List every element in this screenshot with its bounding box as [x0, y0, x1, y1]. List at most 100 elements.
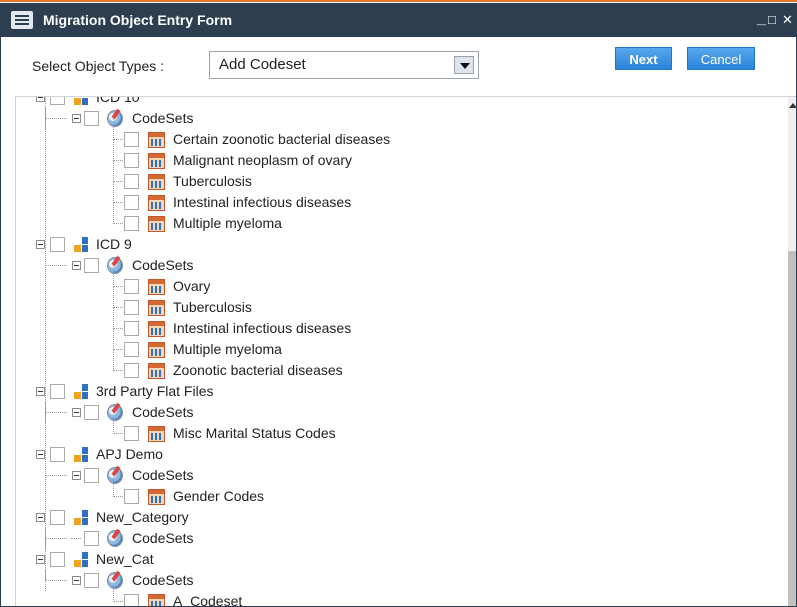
tree-checkbox[interactable]: [50, 237, 65, 252]
collapse-toggle-icon[interactable]: [72, 261, 81, 270]
toolbar: Select Object Types : Add Codeset Next C…: [1, 37, 796, 95]
tree-codeset-row[interactable]: Tuberculosis: [16, 287, 776, 318]
next-button[interactable]: Next: [615, 47, 672, 70]
maximize-button[interactable]: □: [768, 12, 776, 27]
tree-checkbox[interactable]: [84, 531, 99, 546]
tree-checkbox[interactable]: [124, 216, 139, 231]
codeset-table-icon: [148, 489, 165, 505]
tree-codeset-row[interactable]: Misc Marital Status Codes: [16, 413, 776, 444]
cancel-button[interactable]: Cancel: [687, 47, 755, 70]
collapse-toggle-icon[interactable]: [72, 576, 81, 585]
collapse-toggle-icon[interactable]: [72, 471, 81, 480]
scroll-thumb[interactable]: [788, 251, 796, 606]
tree-checkbox[interactable]: [84, 468, 99, 483]
close-button[interactable]: ✕: [782, 12, 793, 28]
collapse-toggle-icon[interactable]: [36, 450, 45, 459]
tree-checkbox[interactable]: [84, 111, 99, 126]
tree-item-label: Certain zoonotic bacterial diseases: [173, 131, 391, 147]
collapse-toggle-icon[interactable]: [36, 97, 45, 102]
vertical-scrollbar[interactable]: [788, 97, 796, 606]
tree-checkbox[interactable]: [50, 447, 65, 462]
tree-checkbox[interactable]: [124, 426, 139, 441]
collapse-toggle-icon[interactable]: [72, 114, 81, 123]
tree-category-row[interactable]: ICD 10: [16, 97, 776, 108]
tree-codesets-row[interactable]: CodeSets: [16, 528, 776, 549]
top-accent-line: [0, 0, 797, 2]
tree-checkbox[interactable]: [124, 195, 139, 210]
tree-checkbox[interactable]: [124, 342, 139, 357]
tree-codeset-row[interactable]: Gender Codes: [16, 476, 776, 507]
collapse-toggle-icon[interactable]: [36, 555, 45, 564]
collapse-toggle-icon[interactable]: [36, 387, 45, 396]
tree-codeset-row[interactable]: Certain zoonotic bacterial diseases: [16, 119, 776, 150]
window-title: Migration Object Entry Form: [43, 12, 233, 28]
tree-item-label: Tuberculosis: [173, 173, 252, 189]
collapse-toggle-icon[interactable]: [36, 240, 45, 249]
tree-checkbox[interactable]: [84, 258, 99, 273]
tree-item-label: New_Category: [96, 509, 189, 525]
object-type-value: Add Codeset: [219, 56, 306, 73]
tree-connector: [113, 476, 114, 497]
dropdown-arrow-icon[interactable]: [454, 56, 474, 74]
tree-codeset-row[interactable]: Zoonotic bacterial diseases: [16, 350, 776, 381]
object-type-select[interactable]: Add Codeset: [209, 51, 479, 79]
tree-category-row[interactable]: ICD 9: [16, 234, 776, 255]
tree-connector: [113, 161, 114, 182]
tree-connector: [71, 538, 81, 539]
tree-codeset-row[interactable]: Intestinal infectious diseases: [16, 308, 776, 339]
tree-checkbox[interactable]: [124, 174, 139, 189]
tree-connector: [113, 496, 123, 497]
tree-connector: [113, 202, 123, 203]
select-object-types-label: Select Object Types :: [32, 58, 165, 74]
tree-checkbox[interactable]: [84, 405, 99, 420]
tree-connector: [45, 118, 67, 119]
object-tree: ICD 10 CodeSets Certain zoonotic bacterial…: [15, 96, 796, 606]
minimize-button[interactable]: _: [757, 10, 766, 28]
tree-checkbox[interactable]: [50, 510, 65, 525]
tree-codeset-row[interactable]: Ovary: [16, 266, 776, 297]
tree-codesets-row[interactable]: CodeSets: [16, 108, 776, 129]
tree-codesets-row[interactable]: CodeSets: [16, 402, 776, 423]
scroll-up-icon[interactable]: [788, 101, 796, 111]
category-icon: [74, 384, 90, 400]
tree-checkbox[interactable]: [50, 384, 65, 399]
collapse-toggle-icon[interactable]: [36, 513, 45, 522]
tree-category-row[interactable]: 3rd Party Flat Files: [16, 381, 776, 402]
tree-item-label: CodeSets: [132, 572, 194, 588]
tree-checkbox[interactable]: [124, 321, 139, 336]
tree-item-label: CodeSets: [132, 257, 194, 273]
tree-checkbox[interactable]: [50, 97, 65, 105]
tree-category-row[interactable]: APJ Demo: [16, 444, 776, 465]
tree-checkbox[interactable]: [124, 132, 139, 147]
tree-codeset-row[interactable]: Multiple myeloma: [16, 329, 776, 360]
tree-codesets-row[interactable]: CodeSets: [16, 570, 776, 591]
tree-checkbox[interactable]: [124, 594, 139, 606]
tree-checkbox[interactable]: [84, 573, 99, 588]
tree-codeset-row[interactable]: Malignant neoplasm of ovary: [16, 140, 776, 171]
tree-item-label: ICD 9: [96, 236, 132, 252]
tree-codeset-row[interactable]: Intestinal infectious diseases: [16, 182, 776, 213]
tree-checkbox[interactable]: [124, 300, 139, 315]
tree-checkbox[interactable]: [124, 489, 139, 504]
form-icon: [11, 11, 33, 29]
tree-category-row[interactable]: New_Cat: [16, 549, 776, 570]
tree-codeset-row[interactable]: Multiple myeloma: [16, 203, 776, 234]
tree-checkbox[interactable]: [50, 552, 65, 567]
tree-codeset-row[interactable]: Tuberculosis: [16, 161, 776, 192]
tree-codeset-row[interactable]: A_Codeset: [16, 581, 776, 606]
tree-connector: [45, 538, 67, 539]
tree-codesets-row[interactable]: CodeSets: [16, 255, 776, 276]
title-bar[interactable]: Migration Object Entry Form _ □ ✕: [1, 3, 796, 37]
tree-checkbox[interactable]: [124, 363, 139, 378]
tree-item-label: CodeSets: [132, 404, 194, 420]
tree-connector: [113, 266, 114, 287]
tree-item-label: Multiple myeloma: [173, 341, 282, 357]
tree-category-row[interactable]: New_Category: [16, 507, 776, 528]
tree-checkbox[interactable]: [124, 153, 139, 168]
collapse-toggle-icon[interactable]: [72, 408, 81, 417]
tree-checkbox[interactable]: [124, 279, 139, 294]
category-icon: [74, 552, 90, 568]
codesets-icon: [107, 404, 123, 421]
tree-codesets-row[interactable]: CodeSets: [16, 465, 776, 486]
tree-connector: [113, 119, 114, 140]
